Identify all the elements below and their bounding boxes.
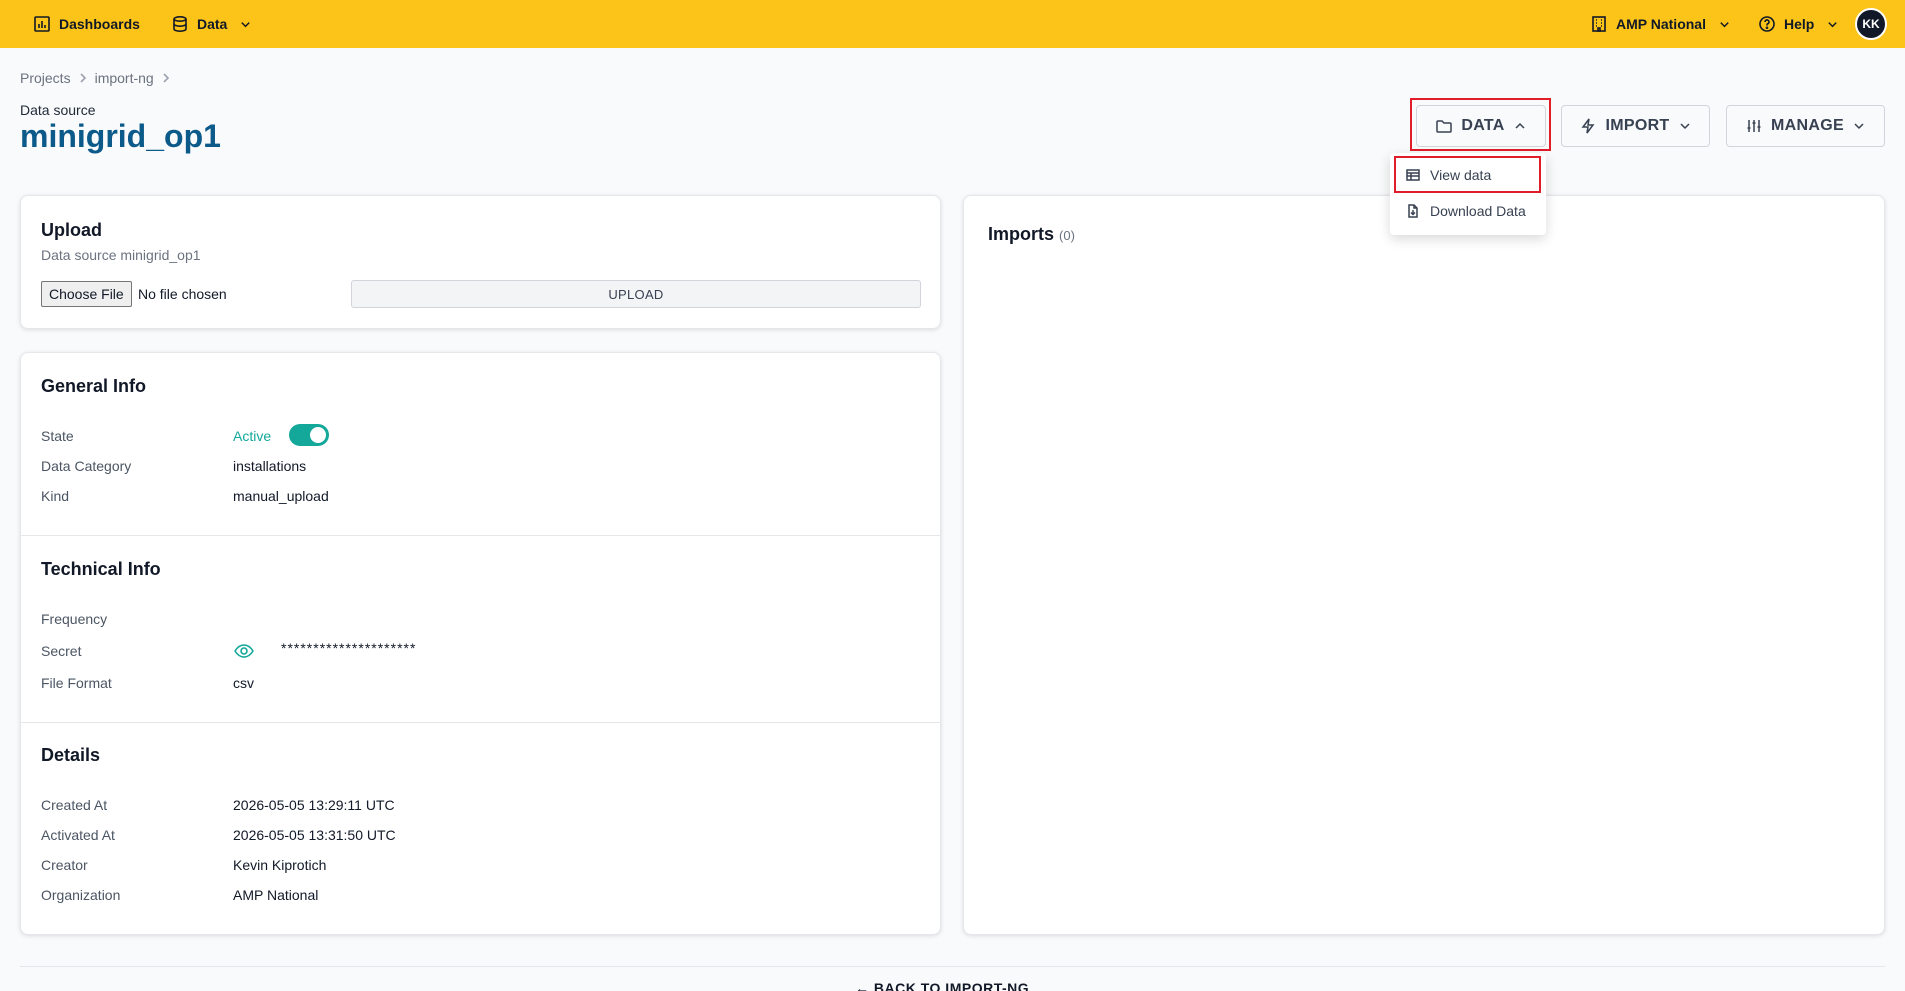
- org-label: AMP National: [1616, 16, 1706, 32]
- page-title: minigrid_op1: [20, 118, 221, 154]
- chevron-down-icon: [1828, 21, 1838, 27]
- help-circle-icon: [1759, 16, 1775, 32]
- sliders-icon: [1747, 120, 1761, 132]
- file-status-text: No file chosen: [138, 286, 227, 302]
- breadcrumb-projects[interactable]: Projects: [20, 70, 71, 86]
- manage-menu-label: MANAGE: [1771, 117, 1844, 134]
- chevron-right-icon: [163, 73, 169, 83]
- org-switcher[interactable]: AMP National: [1590, 0, 1731, 48]
- organization-value: AMP National: [233, 887, 319, 903]
- section-divider: [21, 722, 940, 723]
- table-icon: [1406, 169, 1420, 181]
- imports-card: Imports (0): [963, 195, 1885, 935]
- category-label: Data Category: [41, 458, 132, 474]
- kind-label: Kind: [41, 488, 70, 504]
- import-menu-button[interactable]: IMPORT: [1561, 105, 1710, 147]
- state-value: Active: [233, 428, 272, 444]
- state-label: State: [41, 428, 74, 444]
- chevron-up-icon: [1515, 122, 1525, 129]
- organization-label: Organization: [41, 887, 121, 903]
- file-download-icon: [1408, 204, 1418, 218]
- top-navigation-bar: Dashboards Data AMP National Help KK: [0, 0, 1905, 48]
- chevron-down-icon: [1720, 21, 1729, 27]
- nav-dashboards-label: Dashboards: [59, 16, 140, 32]
- category-value: installations: [233, 458, 307, 474]
- details-title: Details: [41, 745, 101, 765]
- upload-card: Upload Data source minigrid_op1 Choose F…: [20, 195, 941, 329]
- data-menu-label: DATA: [1461, 117, 1505, 134]
- breadcrumb: Projects import-ng: [20, 70, 172, 86]
- general-info-title: General Info: [41, 376, 147, 396]
- manage-menu-button[interactable]: MANAGE: [1726, 105, 1885, 147]
- choose-file-button[interactable]: Choose File: [41, 281, 132, 307]
- nav-data-label: Data: [197, 16, 228, 32]
- upload-title: Upload: [41, 220, 102, 240]
- technical-info-title: Technical Info: [41, 559, 161, 579]
- state-toggle[interactable]: [289, 424, 329, 446]
- creator-value: Kevin Kiprotich: [233, 857, 327, 873]
- file-format-value: csv: [233, 675, 254, 691]
- menu-item-download-data[interactable]: Download Data: [1390, 193, 1546, 229]
- page-subtitle: Data source: [20, 102, 96, 118]
- lightning-icon: [1581, 118, 1595, 134]
- data-dropdown-menu: View data Download Data: [1390, 153, 1546, 235]
- breadcrumb-import-ng[interactable]: import-ng: [95, 70, 154, 86]
- section-divider: [21, 535, 940, 536]
- upload-button[interactable]: UPLOAD: [351, 280, 921, 308]
- folder-icon: [1436, 120, 1453, 133]
- database-icon: [173, 15, 187, 33]
- chevron-down-icon: [1854, 123, 1864, 130]
- imports-count: (0): [1059, 228, 1075, 243]
- secret-label: Secret: [41, 643, 82, 659]
- activated-at-label: Activated At: [41, 827, 115, 843]
- created-at-label: Created At: [41, 797, 108, 813]
- upload-subtitle: Data source minigrid_op1: [41, 247, 201, 263]
- chart-icon: [34, 16, 50, 32]
- chevron-down-icon: [1679, 123, 1690, 130]
- back-to-import-ng-link[interactable]: ← BACK TO IMPORT-NG: [855, 980, 1029, 991]
- data-menu-button[interactable]: DATA: [1416, 105, 1546, 147]
- chevron-down-icon: [241, 21, 251, 27]
- imports-title: Imports: [988, 224, 1055, 244]
- import-menu-label: IMPORT: [1605, 117, 1670, 134]
- building-icon: [1592, 16, 1606, 32]
- menu-item-view-data-label: View data: [1430, 167, 1492, 183]
- chevron-right-icon: [80, 73, 86, 83]
- nav-data[interactable]: Data: [171, 0, 252, 48]
- activated-at-value: 2026-05-05 13:31:50 UTC: [233, 827, 396, 843]
- frequency-label: Frequency: [41, 611, 108, 627]
- help-label: Help: [1784, 16, 1815, 32]
- help-menu[interactable]: Help: [1758, 0, 1839, 48]
- kind-value: manual_upload: [233, 488, 329, 504]
- info-card: General Info State Active Data Category …: [20, 352, 941, 935]
- creator-label: Creator: [41, 857, 88, 873]
- footer-divider: [20, 966, 1885, 967]
- secret-value: *********************: [281, 640, 417, 656]
- user-avatar[interactable]: KK: [1855, 8, 1887, 40]
- created-at-value: 2026-05-05 13:29:11 UTC: [233, 797, 395, 813]
- file-format-label: File Format: [41, 675, 112, 691]
- imports-heading: Imports (0): [988, 224, 1075, 245]
- nav-dashboards[interactable]: Dashboards: [33, 0, 140, 48]
- eye-icon[interactable]: [233, 641, 255, 661]
- menu-item-download-data-label: Download Data: [1430, 203, 1526, 219]
- menu-item-view-data[interactable]: View data: [1390, 157, 1546, 193]
